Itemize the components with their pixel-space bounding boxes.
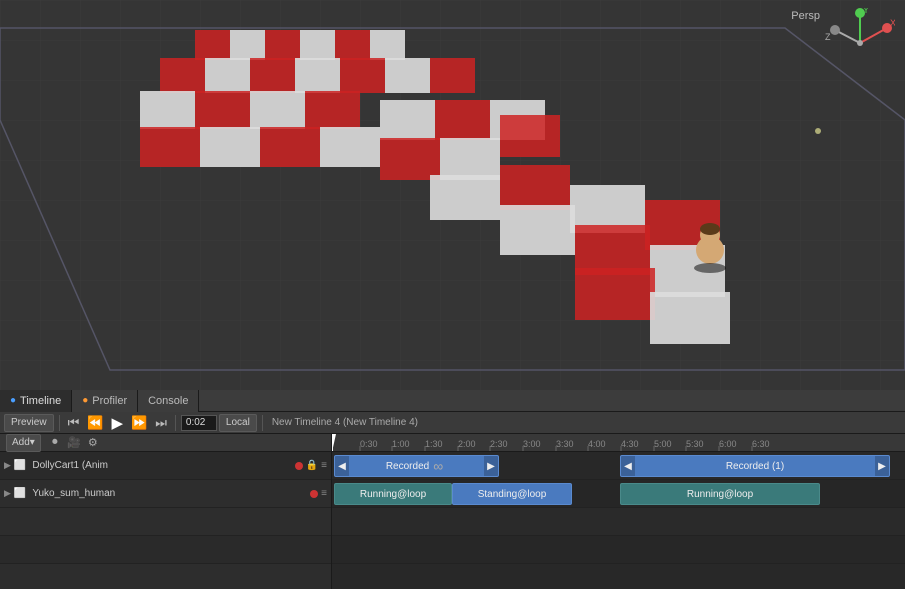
dolly-track-name: DollyCart1 (Anim <box>32 460 291 471</box>
add-label: Add▾ <box>12 437 35 448</box>
dolly-more-icon[interactable]: ≡ <box>321 460 327 471</box>
yuko-lock-icon[interactable]: ≡ <box>321 488 327 499</box>
ruler-left: Add▾ ⏺ 🎥 ⚙ <box>0 434 331 452</box>
tab-console[interactable]: Console <box>138 390 199 412</box>
yuko-object-icon: ⬜ <box>14 488 26 499</box>
svg-text:3:30: 3:30 <box>556 439 574 449</box>
recorded-clip-1-label: Recorded <box>386 461 429 472</box>
ruler-container: 0:30 1:00 1:30 2:00 2:30 3:00 3:30 4:00 <box>332 434 905 452</box>
dolly-lock-icon[interactable]: 🔒 <box>306 460 318 471</box>
dolly-record-dot[interactable] <box>295 462 303 470</box>
dolly-track-icons: 🔒 ≡ <box>295 460 327 471</box>
clip-right-arrow-2: ▶ <box>875 456 889 476</box>
timeline-tab-dot: ● <box>10 395 16 406</box>
main-toolbar: Preview ⏮ ⏪ ▶ ⏩ ⏭ 0:02 Local New Timelin… <box>0 412 905 434</box>
svg-text:Y: Y <box>863 8 869 15</box>
yuko-record-dot[interactable] <box>310 490 318 498</box>
yuko-track-name: Yuko_sum_human <box>32 488 307 499</box>
viewport-light-dot <box>815 128 821 134</box>
persp-label: Persp <box>791 10 820 22</box>
tab-bar: ● Timeline ● Profiler Console <box>0 390 905 412</box>
clip-right-arrow-1: ▶ <box>484 456 498 476</box>
svg-text:1:00: 1:00 <box>392 439 410 449</box>
time-display: 0:02 <box>181 415 217 431</box>
svg-text:5:00: 5:00 <box>654 439 672 449</box>
running-clip-1-label: Running@loop <box>360 489 426 500</box>
svg-text:6:30: 6:30 <box>752 439 770 449</box>
dolly-clip-row: ◀ Recorded ∞ ▶ ◀ Recorded (1) ▶ <box>332 452 905 480</box>
toolbar-divider-1 <box>59 415 60 431</box>
svg-text:4:30: 4:30 <box>621 439 639 449</box>
local-button[interactable]: Local <box>219 414 257 432</box>
dolly-object-icon: ⬜ <box>14 460 26 471</box>
recorded-clip-1[interactable]: ◀ Recorded ∞ ▶ <box>334 455 499 477</box>
profiler-tab-dot: ● <box>82 395 88 406</box>
settings-icon[interactable]: ⚙ <box>85 435 101 451</box>
empty-row-2 <box>0 536 331 564</box>
empty-row-1 <box>0 508 331 536</box>
timeline-tab-label: Timeline <box>20 395 61 407</box>
yuko-track-icons: ≡ <box>310 488 327 499</box>
track-labels: Add▾ ⏺ 🎥 ⚙ ▶ ⬜ DollyCart1 (Anim 🔒 ≡ <box>0 434 332 589</box>
toolbar-divider-3 <box>262 415 263 431</box>
standing-clip-label: Standing@loop <box>478 489 547 500</box>
clip-left-arrow-2: ◀ <box>621 456 635 476</box>
running-clip-1[interactable]: Running@loop <box>334 483 452 505</box>
play-backward-button[interactable]: ⏪ <box>84 414 106 432</box>
toolbar-divider-2 <box>175 415 176 431</box>
yuko-expand[interactable]: ▶ <box>4 488 11 499</box>
viewport-gizmo: X Y Z <box>825 8 895 78</box>
track-row-dolly: ▶ ⬜ DollyCart1 (Anim 🔒 ≡ <box>0 452 331 480</box>
svg-text:2:00: 2:00 <box>458 439 476 449</box>
empty-clip-row-2 <box>332 536 905 564</box>
record-icon[interactable]: ⏺ <box>47 435 63 451</box>
running-clip-2[interactable]: Running@loop <box>620 483 820 505</box>
svg-text:X: X <box>890 18 895 28</box>
empty-clip-row-1 <box>332 508 905 536</box>
svg-text:3:00: 3:00 <box>523 439 541 449</box>
console-tab-label: Console <box>148 395 188 407</box>
viewport-grid <box>0 0 905 390</box>
svg-text:1:30: 1:30 <box>425 439 443 449</box>
preview-button[interactable]: Preview <box>4 414 54 432</box>
timeline-title: New Timeline 4 (New Timeline 4) <box>272 417 418 428</box>
clips-area: ◀ Recorded ∞ ▶ ◀ Recorded (1) ▶ <box>332 452 905 589</box>
track-row-yuko: ▶ ⬜ Yuko_sum_human ≡ <box>0 480 331 508</box>
play-button[interactable]: ▶ <box>108 414 126 432</box>
go-to-end-button[interactable]: ⏭ <box>152 414 170 432</box>
standing-clip[interactable]: Standing@loop <box>452 483 572 505</box>
camera-icon[interactable]: 🎥 <box>66 435 82 451</box>
add-dropdown[interactable]: Add▾ <box>6 434 41 452</box>
tab-timeline[interactable]: ● Timeline <box>0 390 72 412</box>
recorded-clip-2-label: Recorded (1) <box>726 461 784 472</box>
svg-text:4:00: 4:00 <box>588 439 606 449</box>
svg-text:5:30: 5:30 <box>686 439 704 449</box>
svg-text:Z: Z <box>825 32 831 42</box>
infinity-icon-1: ∞ <box>433 458 443 474</box>
profiler-tab-label: Profiler <box>92 395 127 407</box>
bottom-panel: ● Timeline ● Profiler Console Preview ⏮ … <box>0 390 905 589</box>
yuko-clip-row: Running@loop Standing@loop Running@loop <box>332 480 905 508</box>
svg-text:6:00: 6:00 <box>719 439 737 449</box>
clip-left-arrow-1: ◀ <box>335 456 349 476</box>
running-clip-2-label: Running@loop <box>687 489 753 500</box>
tab-profiler[interactable]: ● Profiler <box>72 390 138 412</box>
track-content: 0:30 1:00 1:30 2:00 2:30 3:00 3:30 4:00 <box>332 434 905 589</box>
svg-text:2:30: 2:30 <box>490 439 508 449</box>
svg-text:0:30: 0:30 <box>360 439 378 449</box>
timeline-area: Add▾ ⏺ 🎥 ⚙ ▶ ⬜ DollyCart1 (Anim 🔒 ≡ <box>0 434 905 589</box>
play-forward-button[interactable]: ⏩ <box>128 414 150 432</box>
dolly-expand[interactable]: ▶ <box>4 460 11 471</box>
viewport: X Y Z Persp <box>0 0 905 390</box>
recorded-clip-2[interactable]: ◀ Recorded (1) ▶ <box>620 455 890 477</box>
go-to-start-button[interactable]: ⏮ <box>65 414 83 432</box>
